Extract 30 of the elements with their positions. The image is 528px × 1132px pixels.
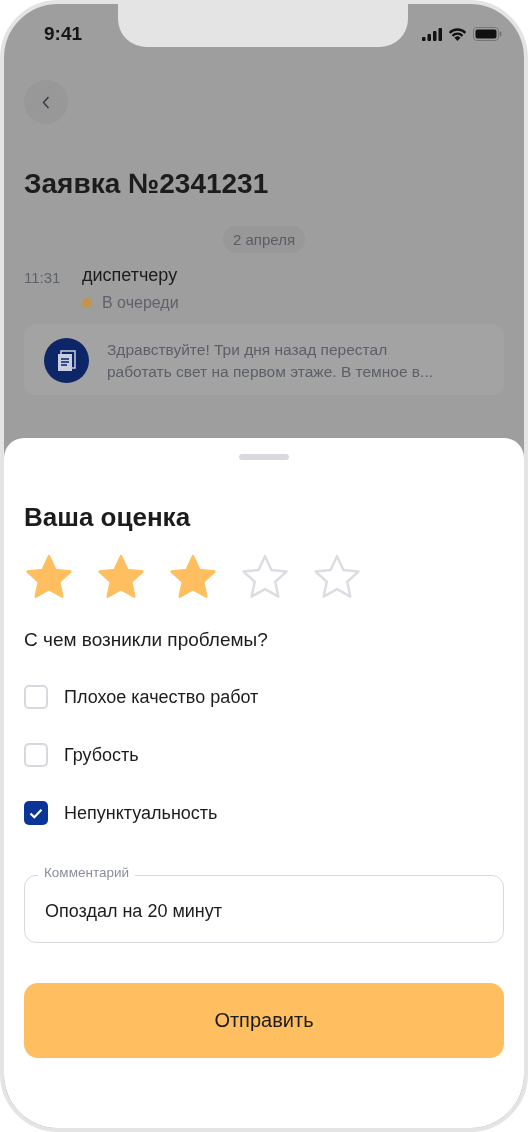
message-time: 11:31: [24, 268, 62, 288]
sheet-title: Ваша оценка: [24, 502, 192, 533]
star-icon[interactable]: [168, 553, 218, 601]
checkbox[interactable]: [24, 685, 48, 709]
checkbox[interactable]: [24, 801, 48, 825]
star-icon[interactable]: [240, 553, 290, 601]
star-icon[interactable]: [312, 553, 362, 601]
option-label: Грубость: [64, 744, 139, 766]
question-text: С чем возникли проблемы?: [24, 629, 269, 651]
check-icon: [29, 807, 43, 819]
star-icon[interactable]: [96, 553, 146, 601]
date-chip: 2 апреля: [222, 226, 305, 253]
request-title: Заявка №2341231: [24, 168, 270, 200]
status-time: 9:41: [44, 23, 83, 45]
battery-icon: [473, 27, 502, 41]
message-preview: Здравствуйте! Три дня назад перестал работать свет на первом этаже. В темное в...: [107, 339, 434, 382]
option-label: Плохое качество работ: [64, 686, 259, 708]
document-icon: [44, 338, 89, 383]
chevron-left-icon: [42, 95, 50, 109]
sheet-handle[interactable]: [239, 454, 289, 460]
wifi-icon: [448, 27, 467, 41]
status-label: В очереди: [102, 294, 179, 312]
back-button[interactable]: [24, 80, 68, 124]
recipient-label: диспетчеру: [82, 265, 179, 286]
checkbox[interactable]: [24, 743, 48, 767]
option-label: Непунктуальность: [64, 802, 218, 824]
field-label: Комментарий: [38, 865, 136, 880]
star-icon[interactable]: [24, 553, 74, 601]
signal-icon: [422, 27, 442, 41]
submit-button[interactable]: Отправить: [24, 983, 504, 1058]
